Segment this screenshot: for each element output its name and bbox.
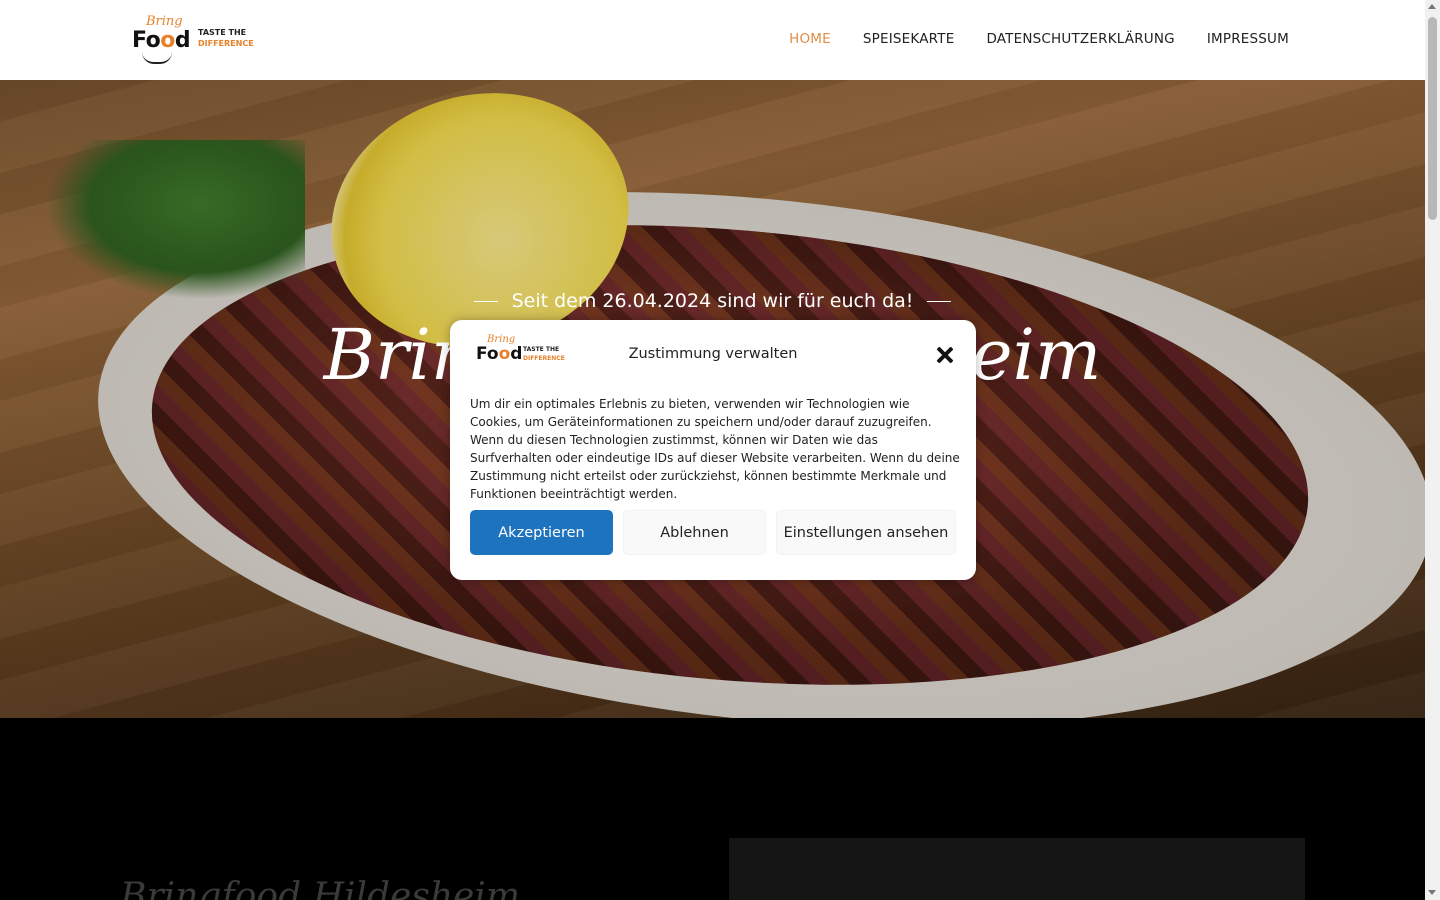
logo-tagline-1: TASTE THE	[198, 28, 247, 37]
hero-subtitle: Seit dem 26.04.2024 sind wir für euch da…	[0, 290, 1425, 312]
consent-modal: Bring Food TASTE THE DIFFERENCE Zustimmu…	[450, 320, 976, 580]
logo-tagline-2: DIFFERENCE	[198, 39, 254, 48]
hero-subtitle-text: Seit dem 26.04.2024 sind wir für euch da…	[511, 290, 914, 312]
site-logo[interactable]: Bring Food TASTE THE DIFFERENCE	[132, 14, 254, 66]
scrollbar-thumb[interactable]	[1428, 17, 1437, 220]
accept-button[interactable]: Akzeptieren	[470, 510, 613, 555]
logo-food-text: Food	[132, 28, 191, 53]
view-settings-button[interactable]: Einstellungen ansehen	[776, 510, 956, 555]
logo-smile-icon	[142, 52, 172, 64]
nav-item-home[interactable]: HOME	[789, 31, 831, 47]
section-image	[729, 838, 1305, 900]
main-nav: HOME SPEISEKARTE DATENSCHUTZERKLÄRUNG IM…	[789, 31, 1289, 47]
nav-item-impressum[interactable]: IMPRESSUM	[1207, 31, 1289, 47]
close-icon[interactable]	[934, 344, 956, 366]
modal-title: Zustimmung verwalten	[628, 346, 798, 362]
deny-button[interactable]: Ablehnen	[623, 510, 766, 555]
scroll-down-icon[interactable]	[1428, 890, 1436, 895]
modal-body-text: Um dir ein optimales Erlebnis zu bieten,…	[470, 397, 960, 501]
subtitle-line-right	[927, 301, 952, 302]
subtitle-line-left	[473, 301, 498, 302]
site-header: Bring Food TASTE THE DIFFERENCE HOME SPE…	[0, 0, 1425, 80]
section-title: Bringfood Hildesheim	[120, 876, 520, 900]
nav-item-speisekarte[interactable]: SPEISEKARTE	[863, 31, 955, 47]
logo-bring-text: Bring	[146, 14, 183, 29]
page-scrollbar[interactable]	[1425, 0, 1440, 900]
scroll-up-icon[interactable]	[1428, 4, 1436, 9]
nav-item-datenschutz[interactable]: DATENSCHUTZERKLÄRUNG	[986, 31, 1174, 47]
